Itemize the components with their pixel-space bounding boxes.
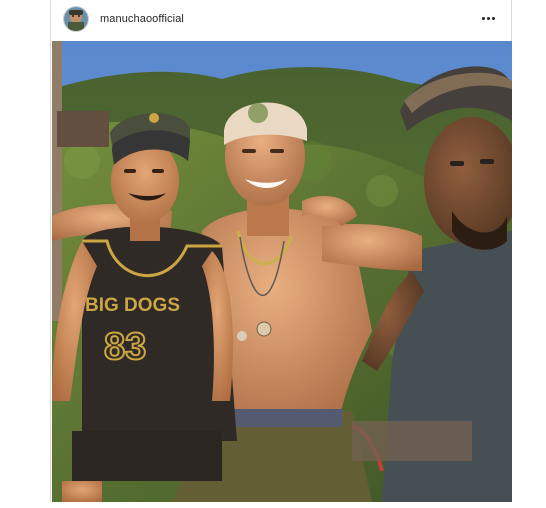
post-photo[interactable]: BIG DOGS 83 xyxy=(52,41,512,502)
sun-tint xyxy=(52,41,512,502)
dot-icon xyxy=(486,16,490,20)
avatar-image xyxy=(64,7,88,31)
post-header: manuchaoofficial xyxy=(51,0,511,38)
avatar[interactable] xyxy=(64,7,88,31)
more-options-icon[interactable] xyxy=(479,9,497,27)
instagram-post: manuchaoofficial BIG DOGS 83 xyxy=(50,0,512,502)
post-username[interactable]: manuchaoofficial xyxy=(100,13,184,25)
dot-icon xyxy=(481,16,485,20)
photo-scene: BIG DOGS 83 xyxy=(52,41,512,502)
dot-icon xyxy=(491,16,495,20)
